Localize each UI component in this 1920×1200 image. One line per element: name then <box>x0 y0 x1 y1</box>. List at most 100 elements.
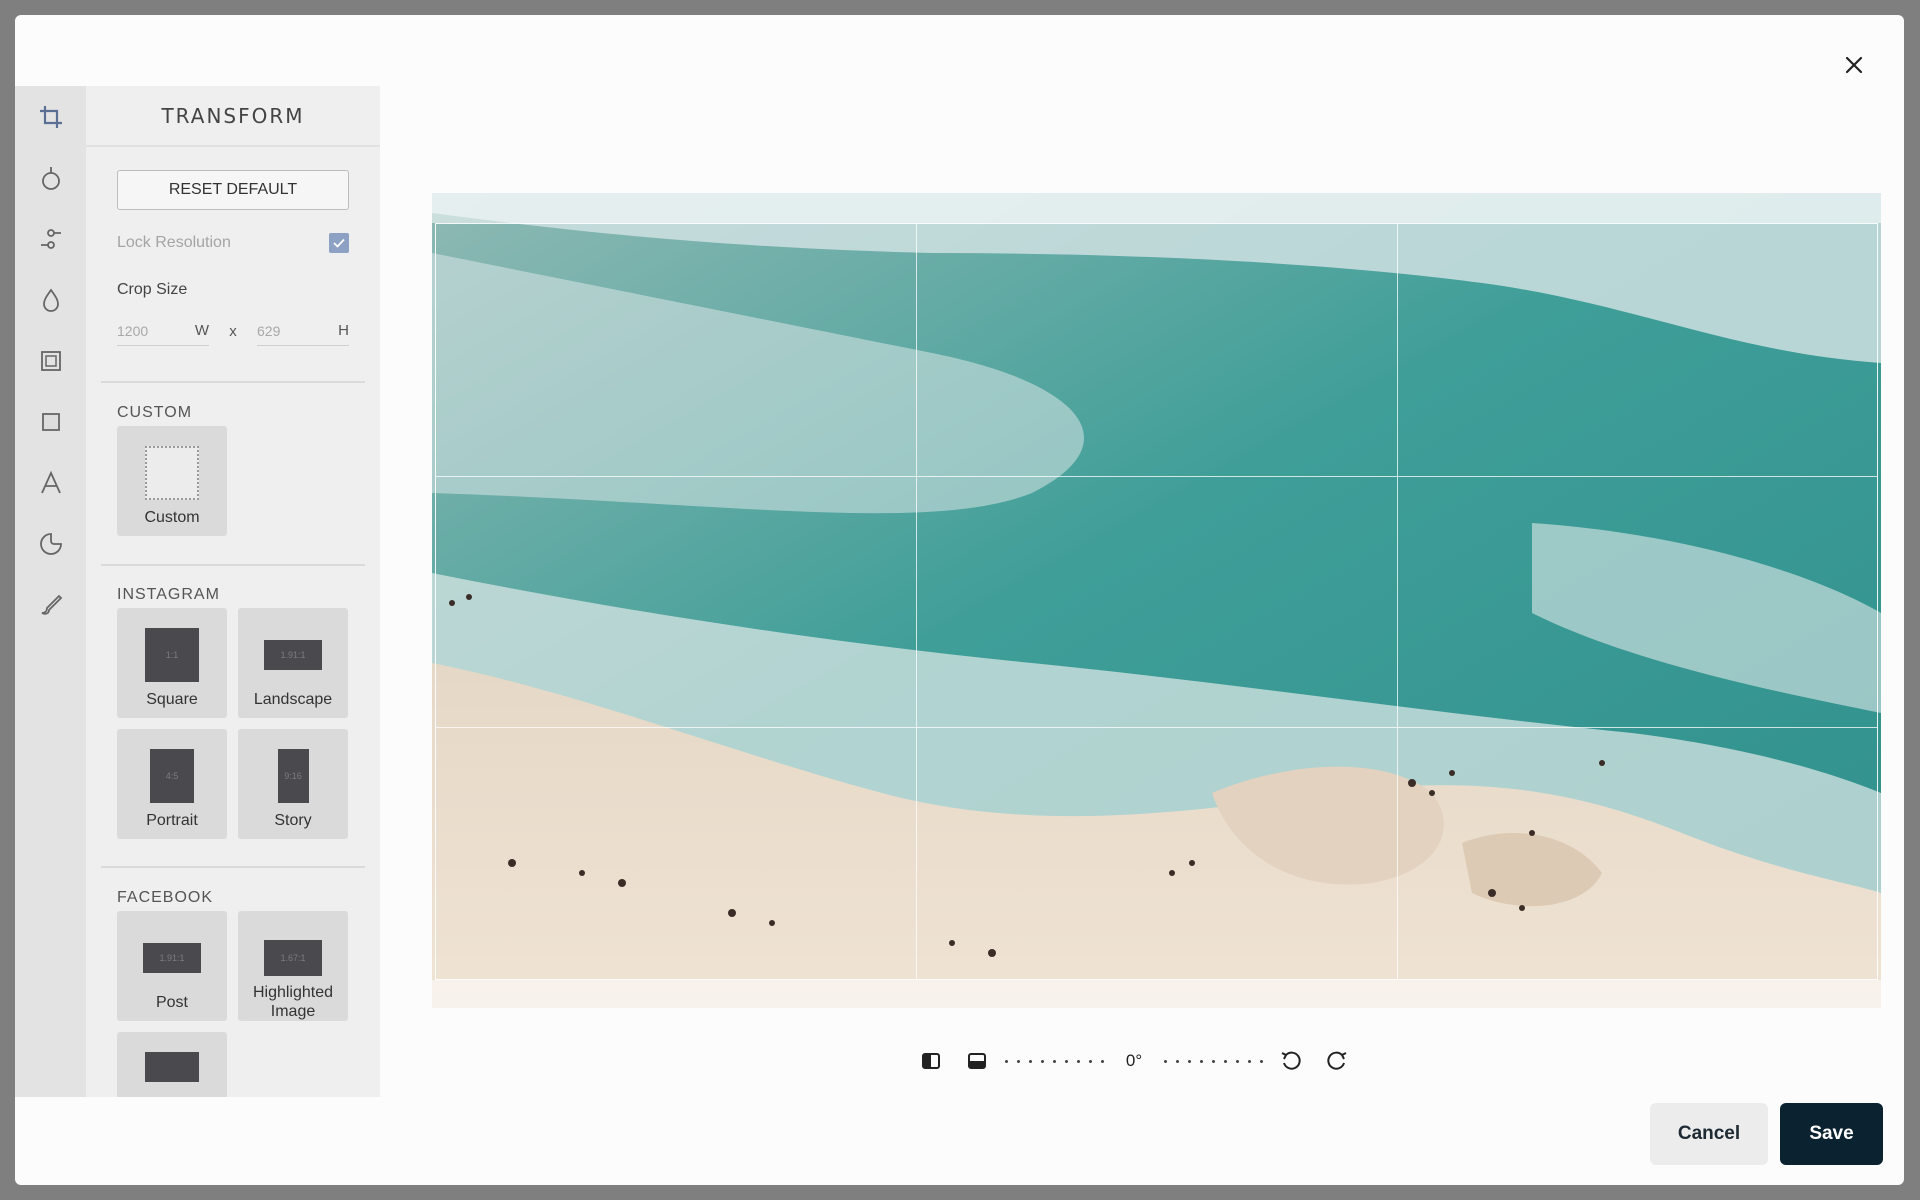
ratio-thumb <box>145 1052 199 1082</box>
flip-vertical-icon <box>968 1053 986 1069</box>
reset-default-button[interactable]: RESET DEFAULT <box>117 170 349 210</box>
crop-grid-line <box>1396 224 1398 979</box>
rotate-right-icon <box>1327 1051 1347 1070</box>
rotation-slider-left[interactable] <box>993 1059 1116 1063</box>
custom-thumb <box>145 446 199 500</box>
tool-border[interactable] <box>15 391 86 452</box>
preset-name: Story <box>274 812 312 829</box>
slider-tick <box>1188 1059 1191 1063</box>
canvas-area: 0° <box>380 86 1904 1097</box>
tool-crop[interactable] <box>15 86 86 147</box>
preset-name: Highlighted Image <box>252 984 334 1020</box>
ratio-thumb: 1.91:1 <box>264 640 322 670</box>
crop-mask-bottom <box>432 980 1881 1008</box>
ratio-thumb: 9:16 <box>277 749 309 803</box>
square-icon <box>41 412 60 431</box>
crop-grid-line <box>436 727 1877 729</box>
tool-sticker[interactable] <box>15 513 86 574</box>
crop-mask-top <box>432 193 1881 223</box>
tool-text[interactable] <box>15 452 86 513</box>
slider-tick <box>1089 1059 1092 1063</box>
sticker-icon <box>39 532 62 555</box>
preset-post[interactable]: 1.91:1 Post <box>117 911 227 1021</box>
close-button[interactable] <box>1834 45 1874 85</box>
ratio-thumb: 4:5 <box>150 749 194 803</box>
slider-tick <box>1224 1059 1227 1063</box>
slider-tick <box>1017 1059 1020 1063</box>
preset-name: Portrait <box>146 812 198 829</box>
preset-landscape[interactable]: 1.91:1 Landscape <box>238 608 348 718</box>
preset-square[interactable]: 1:1 Square <box>117 608 227 718</box>
slider-tick <box>1077 1059 1080 1063</box>
rotation-slider-right[interactable] <box>1152 1059 1275 1063</box>
sliders-icon <box>40 228 61 249</box>
section-label-instagram: INSTAGRAM <box>117 586 220 603</box>
preset-highlighted-image[interactable]: 1.67:1 Highlighted Image <box>238 911 348 1021</box>
tool-frame[interactable] <box>15 330 86 391</box>
frame-icon <box>40 350 61 371</box>
slider-tick <box>1005 1059 1008 1063</box>
crop-grid-line <box>436 475 1877 477</box>
check-icon <box>333 238 345 248</box>
crop-height-field[interactable]: 629 H <box>257 316 349 346</box>
slider-tick <box>1200 1059 1203 1063</box>
slider-tick <box>1236 1059 1239 1063</box>
slider-tick <box>1212 1059 1215 1063</box>
crop-icon <box>39 105 62 128</box>
crop-width-field[interactable]: 1200 W <box>117 316 209 346</box>
slider-tick <box>1065 1059 1068 1063</box>
crop-width-unit: W <box>194 322 209 339</box>
lock-resolution-checkbox[interactable] <box>329 233 349 253</box>
crop-separator: x <box>229 322 237 340</box>
crop-grid-line <box>916 224 918 979</box>
crop-size-row: 1200 W x 629 H <box>117 316 349 346</box>
tool-color[interactable] <box>15 269 86 330</box>
brush-icon <box>41 594 62 615</box>
flip-horizontal-icon <box>922 1053 940 1069</box>
flip-vertical-button[interactable] <box>961 1045 993 1077</box>
lock-resolution-label: Lock Resolution <box>117 234 231 251</box>
divider <box>101 381 365 383</box>
preset-portrait[interactable]: 4:5 Portrait <box>117 729 227 839</box>
preset-name: Post <box>155 994 188 1011</box>
slider-tick <box>1248 1059 1251 1063</box>
panel-title: TRANSFORM <box>86 86 380 147</box>
slider-tick <box>1176 1059 1179 1063</box>
transform-panel: TRANSFORM RESET DEFAULT Lock Resolution … <box>86 86 380 1097</box>
slider-tick <box>1101 1059 1104 1063</box>
tool-rail <box>15 86 86 1097</box>
ratio-thumb: 1.91:1 <box>143 943 201 973</box>
tool-filters[interactable] <box>15 147 86 208</box>
preset-story[interactable]: 9:16 Story <box>238 729 348 839</box>
preset-name: Custom <box>144 509 200 526</box>
rotation-angle: 0° <box>1125 1051 1143 1070</box>
image-editor-modal: TRANSFORM RESET DEFAULT Lock Resolution … <box>15 15 1904 1185</box>
slider-tick <box>1053 1059 1056 1063</box>
close-icon <box>1845 56 1863 74</box>
preset-custom[interactable]: Custom <box>117 426 227 536</box>
ratio-thumb: 1:1 <box>145 628 199 682</box>
divider <box>101 564 365 566</box>
tool-draw[interactable] <box>15 574 86 635</box>
section-label-facebook: FACEBOOK <box>117 889 214 906</box>
drop-icon <box>41 166 60 190</box>
preset-partial[interactable] <box>117 1032 227 1097</box>
rotate-right-button[interactable] <box>1321 1045 1353 1077</box>
divider <box>101 866 365 868</box>
text-icon <box>40 470 61 493</box>
flip-horizontal-button[interactable] <box>915 1045 947 1077</box>
slider-tick <box>1164 1059 1167 1063</box>
cancel-button[interactable]: Cancel <box>1650 1103 1768 1165</box>
crop-height-unit: H <box>338 322 349 339</box>
preset-name: Square <box>146 691 198 708</box>
rotate-left-button[interactable] <box>1275 1045 1307 1077</box>
ratio-thumb: 1.67:1 <box>264 940 322 976</box>
transform-controls: 0° <box>915 1041 1375 1081</box>
lock-resolution-row: Lock Resolution <box>117 228 349 258</box>
tool-adjust[interactable] <box>15 208 86 269</box>
rotate-left-icon <box>1281 1051 1301 1070</box>
crop-height-value: 629 <box>257 322 281 339</box>
crop-size-label: Crop Size <box>117 281 188 298</box>
crop-box[interactable] <box>435 223 1878 980</box>
save-button[interactable]: Save <box>1780 1103 1883 1165</box>
